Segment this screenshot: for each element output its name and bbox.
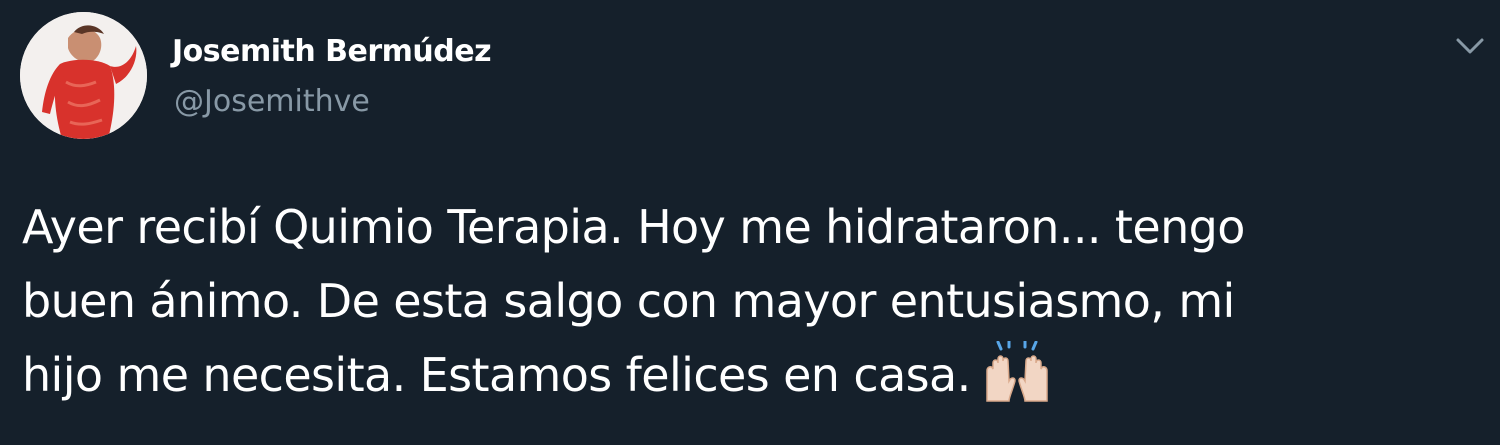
tweet-text-body: Ayer recibí Quimio Terapia. Hoy me hidra… (22, 200, 1245, 402)
tweet-text: Ayer recibí Quimio Terapia. Hoy me hidra… (22, 190, 1462, 426)
author-handle[interactable]: @Josemithve (174, 84, 370, 119)
avatar-photo (20, 12, 147, 139)
author-display-name[interactable]: Josemith Bermúdez (172, 34, 492, 69)
chevron-down-icon[interactable] (1452, 32, 1488, 60)
avatar[interactable] (20, 12, 147, 139)
raising-hands-emoji (981, 339, 1053, 426)
